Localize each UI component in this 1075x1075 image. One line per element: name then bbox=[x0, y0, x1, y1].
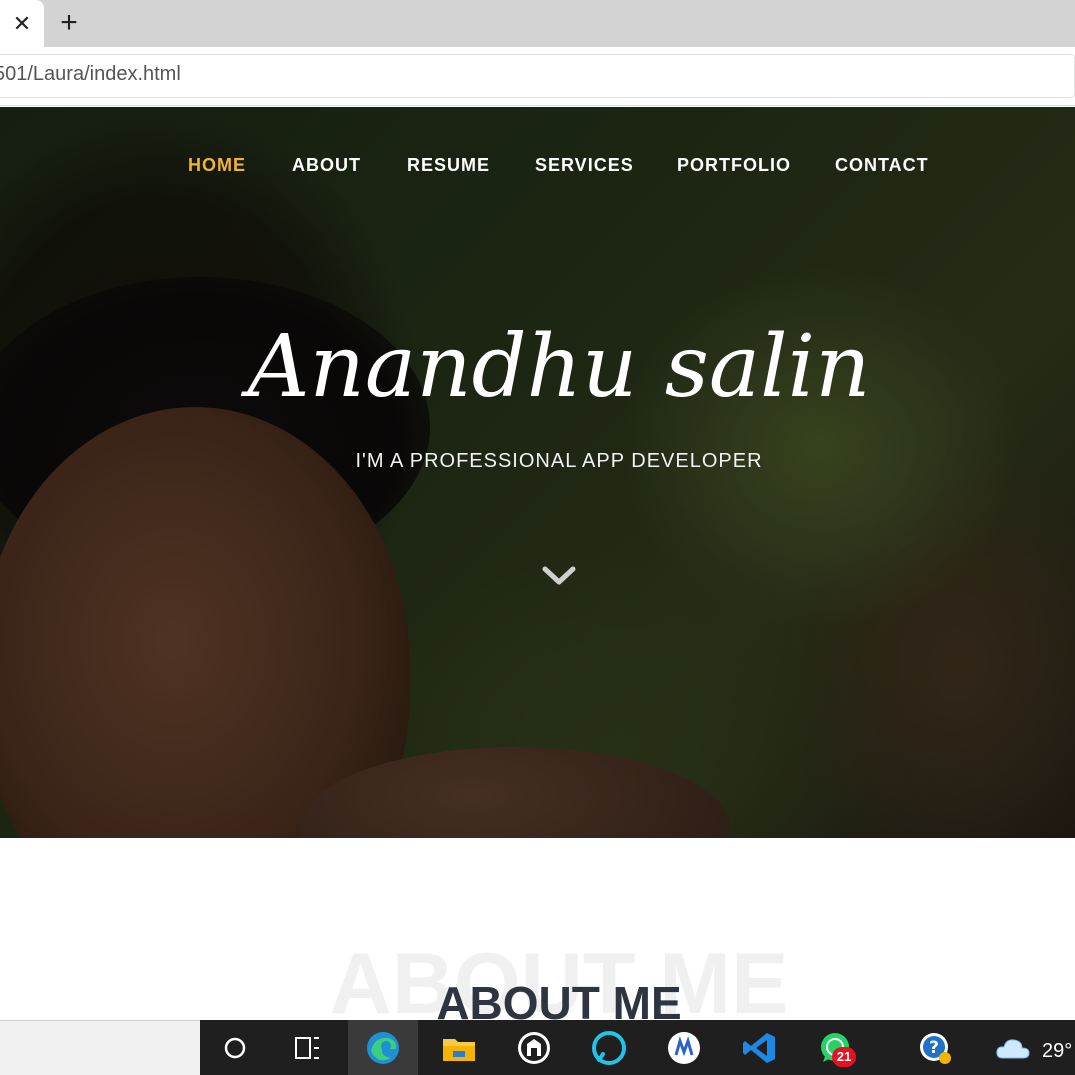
hero-section: HOME ABOUT RESUME SERVICES PORTFOLIO CON… bbox=[0, 107, 1075, 838]
close-tab-icon[interactable]: ✕ bbox=[13, 12, 31, 35]
svg-text:?: ? bbox=[929, 1038, 939, 1058]
chevron-down-icon[interactable] bbox=[542, 565, 576, 587]
file-explorer-icon[interactable] bbox=[424, 1020, 494, 1075]
whatsapp-icon[interactable] bbox=[800, 1020, 870, 1075]
nav-portfolio[interactable]: PORTFOLIO bbox=[677, 155, 791, 176]
edge-icon[interactable] bbox=[348, 1020, 418, 1075]
new-tab-button[interactable]: + bbox=[54, 6, 84, 39]
whatsapp-badge: 21 bbox=[832, 1047, 856, 1067]
app-icon[interactable] bbox=[499, 1020, 569, 1075]
browser-tab[interactable]: ✕ bbox=[0, 0, 44, 47]
alexa-icon[interactable] bbox=[574, 1020, 644, 1075]
task-view-icon[interactable] bbox=[272, 1020, 342, 1075]
cortana-icon[interactable] bbox=[200, 1020, 270, 1075]
tab-strip: ✕ + bbox=[0, 0, 1075, 47]
nav-resume[interactable]: RESUME bbox=[407, 155, 490, 176]
nav-contact[interactable]: CONTACT bbox=[835, 155, 929, 176]
main-nav: HOME ABOUT RESUME SERVICES PORTFOLIO CON… bbox=[0, 155, 1075, 179]
vscode-icon[interactable] bbox=[724, 1020, 794, 1075]
hero-title: Anandhu salin bbox=[247, 317, 871, 417]
help-icon[interactable]: ? bbox=[900, 1020, 970, 1075]
weather-icon[interactable] bbox=[978, 1020, 1048, 1075]
nav-home[interactable]: HOME bbox=[188, 155, 246, 176]
about-section: ABOUT ME ABOUT ME bbox=[0, 838, 1075, 1032]
hero-subtitle: I'M A PROFESSIONAL APP DEVELOPER bbox=[355, 450, 763, 472]
weather-temperature[interactable]: 29° bbox=[1042, 1040, 1072, 1063]
taskbar: ? bbox=[200, 1020, 1075, 1075]
nav-services[interactable]: SERVICES bbox=[535, 155, 634, 176]
nav-about[interactable]: ABOUT bbox=[292, 155, 361, 176]
app-icon[interactable] bbox=[649, 1020, 719, 1075]
taskbar-search-area[interactable] bbox=[0, 1020, 200, 1075]
address-url[interactable]: 501/Laura/index.html bbox=[0, 63, 181, 86]
